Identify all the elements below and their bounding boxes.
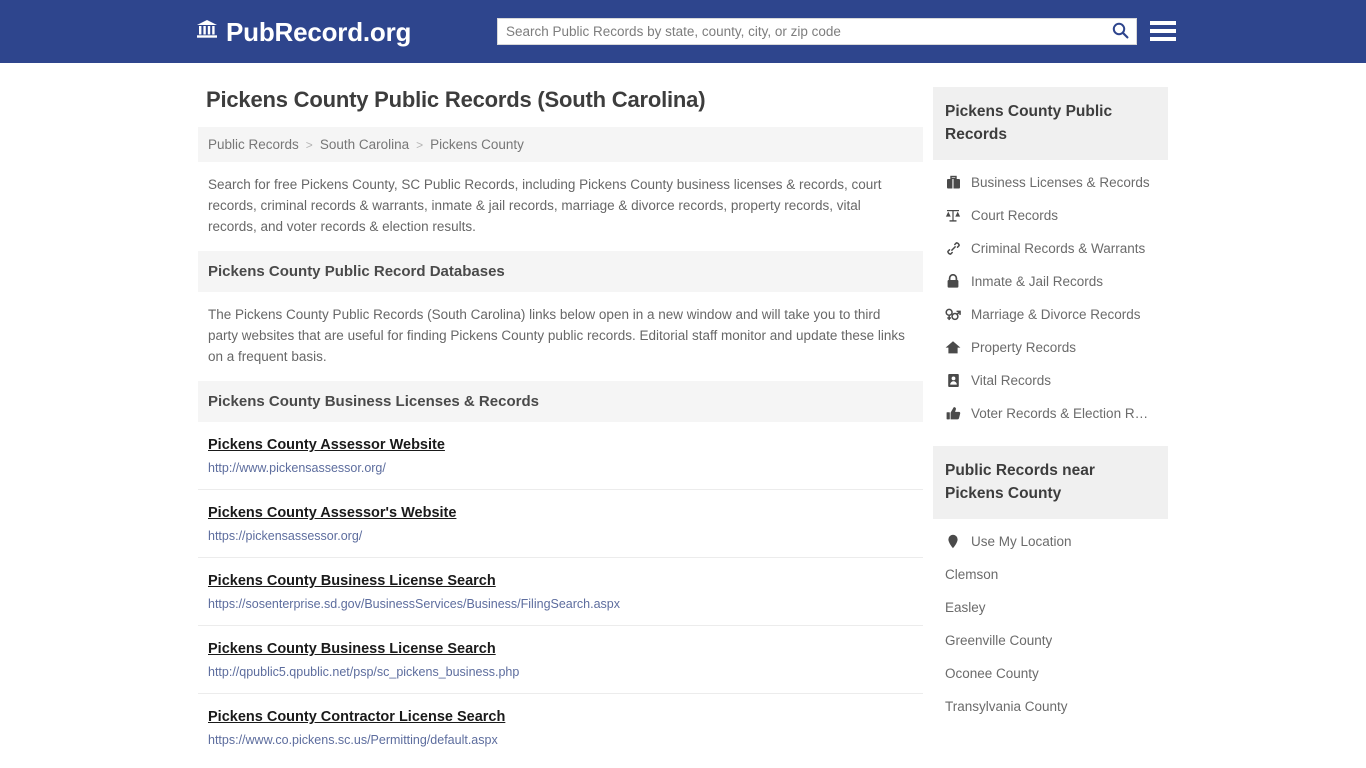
sidebar: Pickens County Public Records Business L…	[933, 87, 1168, 768]
list-item: Oconee County	[933, 657, 1168, 690]
sidebar-box-records: Pickens County Public Records Business L…	[933, 87, 1168, 430]
record-link-url[interactable]: https://www.co.pickens.sc.us/Permitting/…	[208, 732, 913, 748]
list-item: Marriage & Divorce Records	[933, 298, 1168, 331]
section-header-databases: Pickens County Public Record Databases	[198, 251, 923, 292]
record-link-title[interactable]: Pickens County Contractor License Search	[208, 709, 505, 725]
briefcase-icon	[945, 175, 961, 190]
bank-icon	[196, 18, 218, 45]
list-item: Pickens County Assessor Website http://w…	[198, 422, 923, 490]
sidebar-item-label: Property Records	[971, 340, 1077, 355]
sidebar-item-clemson[interactable]: Clemson	[933, 558, 1168, 591]
sidebar-item-label: Marriage & Divorce Records	[971, 307, 1141, 322]
sidebar-item-label: Clemson	[945, 567, 999, 582]
site-logo-text: PubRecord.org	[226, 16, 412, 47]
page-title: Pickens County Public Records (South Car…	[206, 87, 706, 112]
list-item: Property Records	[933, 331, 1168, 364]
breadcrumb-item-public-records[interactable]: Public Records	[208, 137, 299, 152]
sidebar-item-label: Greenville County	[945, 633, 1053, 648]
content-container: Pickens County Public Records (South Car…	[198, 87, 1168, 768]
list-item: Clemson	[933, 558, 1168, 591]
sidebar-item-business-licenses[interactable]: Business Licenses & Records	[933, 166, 1168, 199]
search-bar[interactable]	[497, 18, 1137, 45]
record-link-title[interactable]: Pickens County Assessor Website	[208, 437, 445, 453]
sidebar-item-label: Business Licenses & Records	[971, 175, 1150, 190]
sidebar-item-court-records[interactable]: Court Records	[933, 199, 1168, 232]
site-logo-link[interactable]: PubRecord.org	[196, 18, 411, 45]
scales-of-justice-icon	[945, 208, 961, 223]
sidebar-item-label: Court Records	[971, 208, 1059, 223]
sidebar-item-label: Inmate & Jail Records	[971, 274, 1104, 289]
sidebar-item-label: Transylvania County	[945, 699, 1068, 714]
sidebar-box-near: Public Records near Pickens County Use M…	[933, 446, 1168, 723]
lock-icon	[945, 274, 961, 289]
see-all-row: See all Pickens County Business Licenses…	[198, 761, 923, 768]
search-icon	[1112, 22, 1129, 42]
record-link-url[interactable]: https://pickensassessor.org/	[208, 528, 913, 544]
list-item: Pickens County Business License Search h…	[198, 558, 923, 626]
sidebar-item-label: Oconee County	[945, 666, 1039, 681]
section-header-business-licenses: Pickens County Business Licenses & Recor…	[198, 381, 923, 422]
hamburger-menu-icon[interactable]	[1150, 18, 1176, 44]
search-input[interactable]	[498, 19, 1104, 44]
record-link-title[interactable]: Pickens County Business License Search	[208, 641, 496, 657]
list-item: Criminal Records & Warrants	[933, 232, 1168, 265]
venus-mars-icon	[945, 307, 961, 322]
sidebar-item-label: Vital Records	[971, 373, 1052, 388]
list-item: Inmate & Jail Records	[933, 265, 1168, 298]
record-link-list: Pickens County Assessor Website http://w…	[198, 422, 923, 761]
sidebar-item-use-my-location[interactable]: Use My Location	[933, 525, 1168, 558]
sidebar-item-label: Criminal Records & Warrants	[971, 241, 1146, 256]
search-button[interactable]	[1104, 19, 1136, 44]
breadcrumb-separator-icon: >	[416, 137, 424, 152]
chain-link-icon	[945, 241, 961, 256]
list-item: Use My Location	[933, 525, 1168, 558]
sidebar-heading-records: Pickens County Public Records	[933, 87, 1168, 160]
home-icon	[945, 340, 961, 355]
databases-paragraph: The Pickens County Public Records (South…	[208, 307, 905, 364]
list-item: Business Licenses & Records	[933, 166, 1168, 199]
list-item: Greenville County	[933, 624, 1168, 657]
list-item: Pickens County Business License Search h…	[198, 626, 923, 694]
map-pin-icon	[945, 534, 961, 549]
record-link-title[interactable]: Pickens County Business License Search	[208, 573, 496, 589]
record-link-url[interactable]: https://sosenterprise.sd.gov/BusinessSer…	[208, 596, 913, 612]
list-item: Transylvania County	[933, 690, 1168, 723]
sidebar-item-oconee-county[interactable]: Oconee County	[933, 657, 1168, 690]
main-column: Pickens County Public Records (South Car…	[198, 87, 923, 768]
breadcrumb: Public Records > South Carolina > Picken…	[198, 127, 923, 162]
sidebar-item-inmate-jail-records[interactable]: Inmate & Jail Records	[933, 265, 1168, 298]
sidebar-records-list: Business Licenses & Records Court Record…	[933, 160, 1168, 430]
sidebar-item-label: Voter Records & Election R…	[971, 406, 1149, 421]
sidebar-item-label: Use My Location	[971, 534, 1072, 549]
list-item: Voter Records & Election R…	[933, 397, 1168, 430]
breadcrumb-separator-icon: >	[305, 137, 313, 152]
list-item: Pickens County Contractor License Search…	[198, 694, 923, 761]
record-link-url[interactable]: http://www.pickensassessor.org/	[208, 460, 913, 476]
sidebar-item-label: Easley	[945, 600, 986, 615]
list-item: Court Records	[933, 199, 1168, 232]
sidebar-item-criminal-records[interactable]: Criminal Records & Warrants	[933, 232, 1168, 265]
list-item: Easley	[933, 591, 1168, 624]
record-link-title[interactable]: Pickens County Assessor's Website	[208, 505, 456, 521]
thumbs-up-icon	[945, 406, 961, 421]
sidebar-item-property-records[interactable]: Property Records	[933, 331, 1168, 364]
id-card-icon	[945, 373, 961, 388]
page-body: Pickens County Public Records (South Car…	[0, 63, 1366, 768]
sidebar-item-voter-records[interactable]: Voter Records & Election R…	[933, 397, 1168, 430]
sidebar-near-list: Use My Location Clemson Easley Greenvill…	[933, 519, 1168, 723]
record-link-url[interactable]: http://qpublic5.qpublic.net/psp/sc_picke…	[208, 664, 913, 680]
intro-paragraph: Search for free Pickens County, SC Publi…	[208, 177, 882, 234]
sidebar-item-vital-records[interactable]: Vital Records	[933, 364, 1168, 397]
sidebar-item-transylvania-county[interactable]: Transylvania County	[933, 690, 1168, 723]
breadcrumb-item-south-carolina[interactable]: South Carolina	[320, 137, 409, 152]
sidebar-item-marriage-divorce-records[interactable]: Marriage & Divorce Records	[933, 298, 1168, 331]
list-item: Vital Records	[933, 364, 1168, 397]
list-item: Pickens County Assessor's Website https:…	[198, 490, 923, 558]
sidebar-item-easley[interactable]: Easley	[933, 591, 1168, 624]
sidebar-heading-near: Public Records near Pickens County	[933, 446, 1168, 519]
sidebar-item-greenville-county[interactable]: Greenville County	[933, 624, 1168, 657]
breadcrumb-item-pickens-county[interactable]: Pickens County	[430, 137, 524, 152]
site-header: PubRecord.org	[0, 0, 1366, 63]
